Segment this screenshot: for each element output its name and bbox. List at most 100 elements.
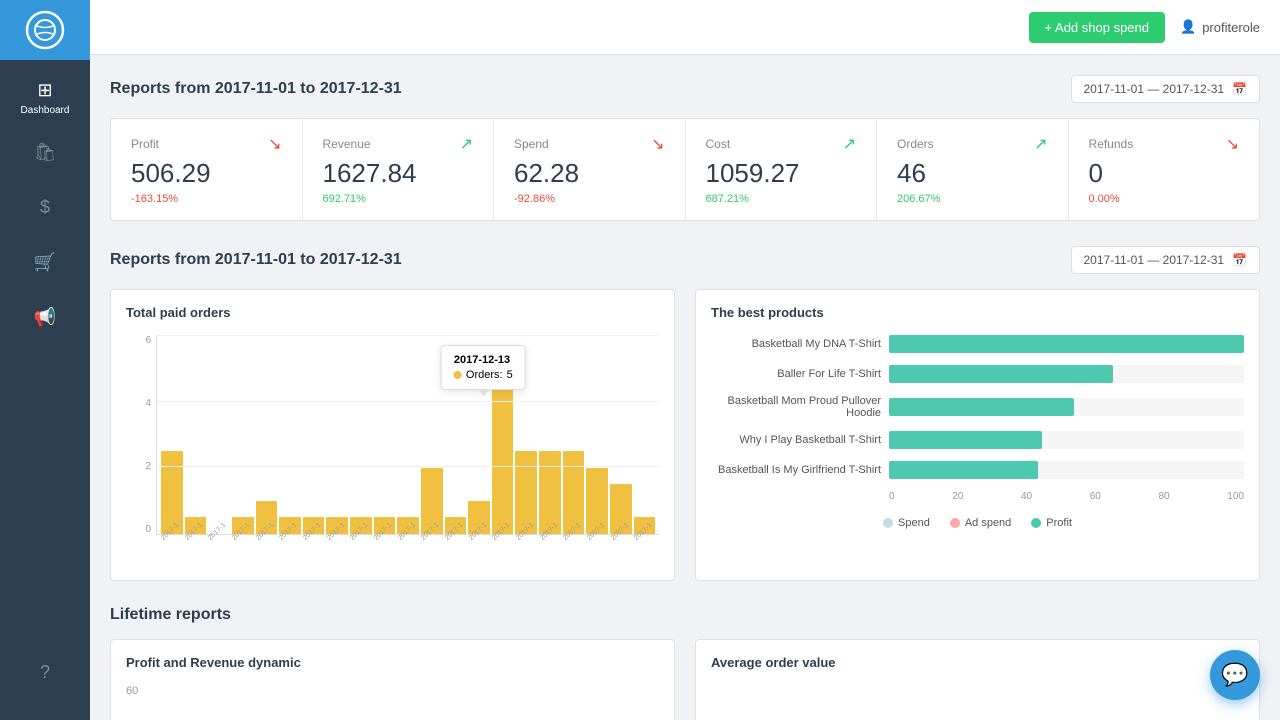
- stat-value: 1059.27: [706, 158, 857, 189]
- hbar-row: Basketball Mom Proud Pullover Hoodie: [711, 395, 1244, 419]
- chart-tooltip: 2017-12-13 Orders: 5: [441, 345, 526, 396]
- hbar-product-label: Basketball Is My Girlfriend T-Shirt: [711, 464, 881, 476]
- hbar-track: [889, 461, 1244, 479]
- legend-spend-dot: [883, 518, 893, 528]
- marketing-icon: 📢: [34, 307, 56, 328]
- sidebar-item-cart[interactable]: 🛒: [0, 235, 90, 290]
- bar[interactable]: [161, 451, 183, 534]
- bar[interactable]: [515, 451, 537, 534]
- legend-profit-label: Profit: [1046, 517, 1072, 529]
- stat-change: 0.00%: [1089, 193, 1240, 205]
- hbar-x-label: 100: [1227, 491, 1244, 502]
- revenue-icon: $: [40, 197, 50, 218]
- hbar-legend: Spend Ad spend Profit: [711, 517, 1244, 529]
- hbar-x-axis: 020406080100: [711, 491, 1244, 502]
- x-labels-container: 2017-11-012017-11-042017-11-072017-11-10…: [156, 535, 659, 555]
- stat-value: 1627.84: [323, 158, 474, 189]
- hbar-x-label: 0: [889, 491, 895, 502]
- hbar-row: Baller For Life T-Shirt: [711, 365, 1244, 383]
- bar[interactable]: [563, 451, 585, 534]
- y-label-4: 4: [145, 398, 151, 409]
- reports-charts-section: Reports from 2017-11-01 to 2017-12-31 20…: [110, 246, 1260, 581]
- stat-label: Profit ↘: [131, 134, 282, 154]
- hbar-product-label: Basketball My DNA T-Shirt: [711, 338, 881, 350]
- content-area: Reports from 2017-11-01 to 2017-12-31 20…: [90, 55, 1280, 720]
- hbar-row: Why I Play Basketball T-Shirt: [711, 431, 1244, 449]
- add-shop-spend-button[interactable]: + Add shop spend: [1029, 12, 1165, 43]
- username: profiterole: [1202, 20, 1260, 35]
- main-content: + Add shop spend 👤 profiterole Reports f…: [90, 0, 1280, 720]
- stat-card-orders: Orders ↗ 46 206.67%: [877, 119, 1069, 220]
- profit-y-label: 60: [126, 685, 659, 697]
- chat-icon: 💬: [1221, 662, 1248, 688]
- sidebar-item-revenue[interactable]: $: [0, 180, 90, 235]
- tooltip-date: 2017-12-13: [454, 354, 513, 366]
- stat-label: Orders ↗: [897, 134, 1048, 154]
- legend-profit: Profit: [1031, 517, 1072, 529]
- stat-label: Refunds ↘: [1089, 134, 1240, 154]
- stat-value: 0: [1089, 158, 1240, 189]
- stat-card-spend: Spend ↘ 62.28 -92.86%: [494, 119, 686, 220]
- sidebar-item-orders[interactable]: 🛍: [0, 125, 90, 180]
- y-label-0: 0: [145, 524, 151, 535]
- avg-order-value-title: Average order value: [711, 655, 1244, 670]
- stat-label: Cost ↗: [706, 134, 857, 154]
- stat-label: Spend ↘: [514, 134, 665, 154]
- calendar-icon: 📅: [1232, 82, 1247, 96]
- stat-change: 687.21%: [706, 193, 857, 205]
- bar[interactable]: [539, 451, 561, 534]
- hbar-track: [889, 431, 1244, 449]
- tooltip-orders-value: 5: [507, 369, 513, 381]
- calendar-icon-2: 📅: [1232, 253, 1247, 267]
- hbar-profit-fill: [889, 335, 1244, 353]
- reports-top-header: Reports from 2017-11-01 to 2017-12-31 20…: [110, 75, 1260, 103]
- hbar-profit-fill: [889, 398, 1074, 416]
- sidebar-bottom: ?: [40, 645, 50, 720]
- hbar-product-label: Baller For Life T-Shirt: [711, 368, 881, 380]
- tooltip-orders-label: Orders:: [466, 369, 503, 381]
- hbar-row: Basketball Is My Girlfriend T-Shirt: [711, 461, 1244, 479]
- charts-row: Total paid orders 6 4 2 0: [110, 289, 1260, 581]
- date-range-charts-value: 2017-11-01 — 2017-12-31: [1084, 253, 1225, 267]
- sidebar-item-help[interactable]: ?: [40, 645, 50, 700]
- topbar: + Add shop spend 👤 profiterole: [90, 0, 1280, 55]
- stat-change: 692.71%: [323, 193, 474, 205]
- hbar-profit-fill: [889, 461, 1038, 479]
- stat-change: 206.67%: [897, 193, 1048, 205]
- stat-value: 46: [897, 158, 1048, 189]
- dashboard-icon: ⊞: [37, 80, 52, 101]
- chat-fab[interactable]: 💬: [1210, 650, 1260, 700]
- hbar-track: [889, 398, 1244, 416]
- user-icon: 👤: [1180, 19, 1196, 35]
- orders-chart-card: Total paid orders 6 4 2 0: [110, 289, 675, 581]
- date-range-picker-top[interactable]: 2017-11-01 — 2017-12-31 📅: [1071, 75, 1261, 103]
- reports-top-title: Reports from 2017-11-01 to 2017-12-31: [110, 80, 402, 98]
- stat-value: 62.28: [514, 158, 665, 189]
- stats-row: Profit ↘ 506.29 -163.15% Revenue ↗ 1627.…: [110, 118, 1260, 221]
- lifetime-title: Lifetime reports: [110, 606, 1260, 624]
- y-label-6: 6: [145, 335, 151, 346]
- bottom-charts: Profit and Revenue dynamic 60 Average or…: [110, 639, 1260, 720]
- avg-order-value-chart: Average order value: [695, 639, 1260, 720]
- stat-change: -92.86%: [514, 193, 665, 205]
- help-icon: ?: [40, 662, 50, 683]
- reports-top-section: Reports from 2017-11-01 to 2017-12-31 20…: [110, 75, 1260, 221]
- hbar-x-label: 20: [952, 491, 963, 502]
- hbar-x-label: 80: [1159, 491, 1170, 502]
- cart-icon: 🛒: [34, 252, 56, 273]
- best-products-title: The best products: [711, 305, 1244, 320]
- hbar-track: [889, 335, 1244, 353]
- legend-adspend-dot: [950, 518, 960, 528]
- sidebar-logo: [0, 0, 90, 60]
- hbar-row: Basketball My DNA T-Shirt: [711, 335, 1244, 353]
- legend-adspend-label: Ad spend: [965, 517, 1011, 529]
- hbar-profit-fill: [889, 365, 1113, 383]
- reports-charts-title: Reports from 2017-11-01 to 2017-12-31: [110, 251, 402, 269]
- hbar-x-label: 60: [1090, 491, 1101, 502]
- sidebar-item-marketing[interactable]: 📢: [0, 290, 90, 345]
- stat-card-profit: Profit ↘ 506.29 -163.15%: [111, 119, 303, 220]
- tooltip-dot: [454, 371, 462, 379]
- sidebar-item-dashboard[interactable]: ⊞ Dashboard: [0, 70, 90, 125]
- date-range-picker-charts[interactable]: 2017-11-01 — 2017-12-31 📅: [1071, 246, 1261, 274]
- hbar-profit-fill: [889, 431, 1042, 449]
